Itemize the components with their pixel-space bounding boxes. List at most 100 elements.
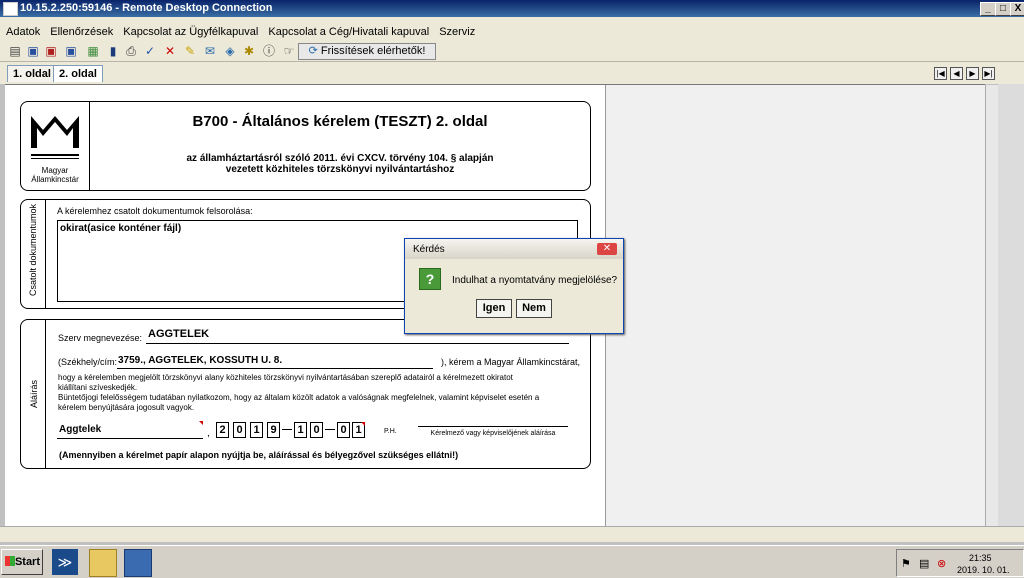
delete-icon[interactable]: ✕	[163, 44, 177, 58]
help-icon[interactable]: ⓘ	[262, 44, 276, 58]
tab-page-1[interactable]: 1. oldal	[7, 65, 57, 82]
date-month-digit-1[interactable]: 1	[294, 422, 307, 438]
header-box: Magyar Államkincstár B700 - Általános ké…	[20, 101, 591, 191]
edit-icon[interactable]: ✎	[183, 44, 197, 58]
form-subtitle-1: az államháztartásról szóló 2011. évi CXC…	[186, 153, 494, 164]
no-button[interactable]: Nem	[516, 299, 552, 318]
menu-ellenorzesek[interactable]: Ellenőrzések	[44, 23, 117, 38]
system-tray: ⚑ ▤ ⊗ 21:35 2019. 10. 01.	[896, 549, 1024, 577]
refresh-icon: ⟳	[308, 45, 321, 57]
address-value[interactable]: 3759., AGGTELEK, KOSSUTH U. 8.	[118, 355, 282, 366]
taskbar: Start ≫ ⚑ ▤ ⊗ 21:35 2019. 10. 01.	[0, 545, 1024, 578]
right-panel-strip	[998, 84, 1024, 526]
request-text: hogy a kérelemben megjelölt törzskönyvi …	[58, 373, 513, 392]
folder-icon[interactable]	[89, 549, 117, 577]
toolbar: ▤ ▣ ▣ ▣ ▦ ▮ ⎙ ✓ ✕ ✎ ✉ ◈ ✱ ⓘ ☞ ⟳ Frissíté…	[0, 41, 1024, 62]
network-icon[interactable]: ▤	[919, 557, 929, 570]
signer-label: Kérelmező vagy képviselőjének aláírása	[430, 430, 556, 437]
remote-app-icon[interactable]	[124, 549, 152, 577]
dialog-question: Indulhat a nyomtatvány megjelölése?	[452, 275, 618, 286]
declaration-text: Büntetőjogi felelősségem tudatában nyila…	[58, 393, 540, 412]
start-button[interactable]: Start	[1, 549, 43, 575]
signature-box: Aláírás Szerv megnevezése: AGGTELEK (Szé…	[20, 319, 591, 469]
minimize-button[interactable]: _	[980, 2, 996, 16]
signature-side-label: Aláírás	[29, 379, 39, 408]
org-label: Szerv megnevezése:	[58, 333, 143, 343]
vertical-scrollbar[interactable]	[985, 85, 998, 526]
date-year-digit-3[interactable]: 1	[250, 422, 263, 438]
open-icon[interactable]: ▣	[26, 44, 40, 58]
save-icon[interactable]: ▣	[44, 44, 58, 58]
check-icon[interactable]: ✓	[143, 44, 157, 58]
signer-line	[418, 426, 568, 427]
last-page-button[interactable]: ▶|	[982, 67, 995, 80]
clock-date[interactable]: 2019. 10. 01.	[957, 565, 1010, 575]
date-dash-1	[282, 429, 292, 430]
tab-page-2[interactable]: 2. oldal	[53, 65, 103, 82]
date-year-digit-1[interactable]: 2	[216, 422, 229, 438]
menu-szerviz[interactable]: Szerviz	[433, 23, 479, 38]
volume-muted-icon[interactable]: ⊗	[937, 557, 946, 570]
powershell-icon[interactable]: ≫	[52, 549, 78, 575]
address-label: (Székhely/cím:	[58, 357, 118, 367]
date-required-marker	[361, 422, 365, 426]
maximize-button[interactable]: □	[995, 2, 1011, 16]
rdp-title-bar[interactable]: 10.15.2.250:59146 - Remote Desktop Conne…	[0, 0, 1024, 17]
page-tabs: 1. oldal 2. oldal |◀ ◀ ▶ ▶|	[0, 62, 1024, 84]
rdp-title: 10.15.2.250:59146 - Remote Desktop Conne…	[20, 2, 273, 14]
form-title: B700 - Általános kérelem (TESZT) 2. olda…	[192, 113, 488, 130]
form-subtitle-2: vezetett közhiteles törzskönyvi nyilvánt…	[225, 164, 455, 175]
yes-button[interactable]: Igen	[476, 299, 512, 318]
windows-logo-icon	[5, 556, 15, 566]
mail-icon[interactable]: ✉	[203, 44, 217, 58]
rdp-icon	[3, 2, 18, 16]
org-underline	[146, 343, 569, 344]
tools-icon[interactable]: ✱	[242, 44, 256, 58]
menu-bar: Adatok Ellenőrzések Kapcsolat az Ügyfélkap…	[0, 23, 1024, 41]
date-dash-2	[325, 429, 335, 430]
save-as-icon[interactable]: ▣	[64, 44, 78, 58]
date-year-digit-4[interactable]: 9	[267, 422, 280, 438]
address-underline	[117, 368, 433, 369]
horizontal-scrollbar[interactable]	[0, 526, 1024, 542]
import-icon[interactable]: ▦	[86, 44, 100, 58]
send-icon[interactable]: ◈	[223, 44, 237, 58]
print-icon[interactable]: ⎙	[124, 44, 138, 58]
date-month-digit-2[interactable]: 0	[310, 422, 323, 438]
logo-text: Magyar Államkincstár	[31, 166, 79, 184]
org-value[interactable]: AGGTELEK	[148, 328, 209, 340]
new-doc-icon[interactable]: ▤	[8, 44, 22, 58]
date-year-digit-2[interactable]: 0	[233, 422, 246, 438]
dialog-title-bar[interactable]: Kérdés ✕	[405, 239, 623, 259]
info-book-icon[interactable]: ▮	[106, 44, 120, 58]
prev-page-button[interactable]: ◀	[950, 67, 963, 80]
dialog-title: Kérdés	[413, 244, 445, 255]
close-button[interactable]: X	[1010, 2, 1024, 16]
address-tail: ), kérem a Magyar Államkincstárat,	[441, 357, 581, 367]
next-page-button[interactable]: ▶	[966, 67, 979, 80]
place-required-marker	[199, 421, 203, 425]
dialog-close-button[interactable]: ✕	[597, 243, 617, 255]
date-day-digit-1[interactable]: 0	[337, 422, 350, 438]
menu-ugyfelkapu[interactable]: Kapcsolat az Ügyfélkapuval	[117, 23, 262, 38]
attachments-side-label: Csatolt dokumentumok	[28, 203, 38, 296]
menu-adatok[interactable]: Adatok	[0, 23, 44, 38]
clock-time[interactable]: 21:35	[969, 553, 992, 563]
footer-note: (Amennyiben a kérelmet papír alapon nyúj…	[59, 450, 459, 460]
place-underline	[57, 438, 203, 439]
attachments-value: okirat(asice konténer fájl)	[60, 223, 182, 234]
question-dialog: Kérdés ✕ ? Indulhat a nyomtatvány megjel…	[404, 238, 624, 334]
menu-cegkapu[interactable]: Kapcsolat a Cég/Hivatali kapuval	[262, 23, 433, 38]
start-label: Start	[14, 556, 40, 568]
date-comma: ,	[207, 428, 210, 439]
pointer-icon[interactable]: ☞	[282, 44, 296, 58]
attachments-intro: A kérelemhez csatolt dokumentumok felsor…	[57, 206, 253, 216]
question-icon: ?	[419, 268, 441, 290]
refresh-updates-button[interactable]: ⟳ Frissítések elérhetők!	[298, 43, 436, 60]
first-page-button[interactable]: |◀	[934, 67, 947, 80]
refresh-label: Frissítések elérhetők!	[320, 45, 426, 57]
flag-icon[interactable]: ⚑	[901, 557, 911, 570]
ph-label: P.H.	[384, 428, 397, 435]
mak-logo-icon	[31, 116, 79, 159]
place-value[interactable]: Aggtelek	[59, 424, 101, 435]
